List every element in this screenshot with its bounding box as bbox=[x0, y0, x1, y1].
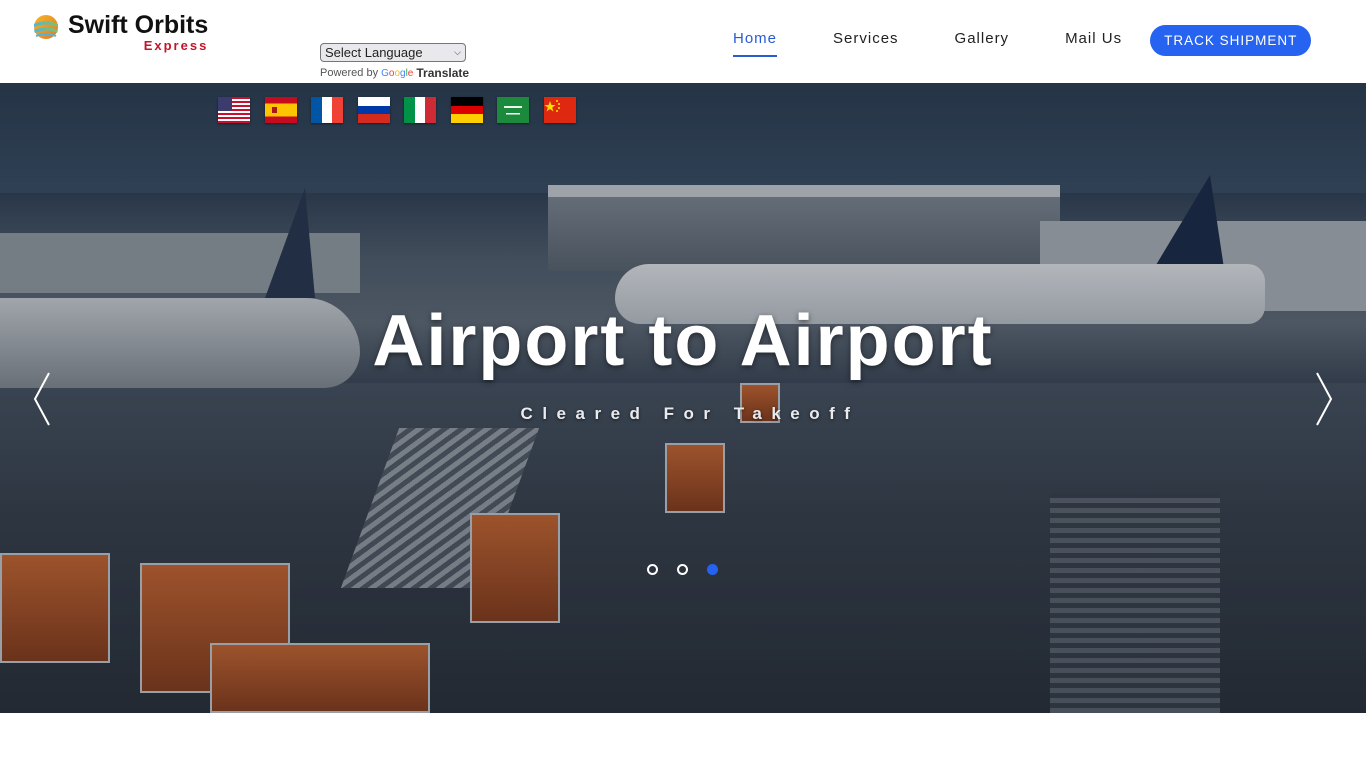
google-logo[interactable]: Google bbox=[381, 68, 413, 79]
nav-home[interactable]: Home bbox=[733, 24, 778, 57]
chevron-right-icon[interactable] bbox=[1313, 371, 1335, 427]
carousel-indicators bbox=[647, 564, 737, 575]
globe-logo-icon bbox=[34, 15, 58, 39]
hero-overlay bbox=[0, 83, 1366, 713]
flag-us-icon[interactable] bbox=[218, 97, 250, 123]
hero-subtitle: Cleared For Takeoff bbox=[520, 404, 860, 423]
carousel-dot-2[interactable] bbox=[677, 564, 688, 575]
nav-mail-us[interactable]: Mail Us bbox=[1065, 24, 1122, 56]
brand-logo[interactable]: Swift Orbits Express bbox=[32, 10, 208, 53]
flag-fr-icon[interactable] bbox=[311, 97, 343, 123]
page-content-below-hero bbox=[0, 713, 1366, 768]
site-header: Swift Orbits Express Select Language ⌵ P… bbox=[0, 0, 1366, 83]
translate-link[interactable]: Translate bbox=[416, 66, 469, 80]
powered-by-label: Powered by bbox=[320, 67, 379, 79]
language-select[interactable]: Select Language ⌵ bbox=[320, 43, 466, 62]
nav-services[interactable]: Services bbox=[833, 24, 899, 56]
flag-ru-icon[interactable] bbox=[357, 97, 390, 123]
main-nav: Home Services Gallery Mail Us TRACK SHIP… bbox=[733, 24, 1312, 57]
powered-by-google: Powered by Google Translate bbox=[320, 66, 469, 80]
nav-gallery[interactable]: Gallery bbox=[955, 24, 1010, 56]
carousel-dot-1[interactable] bbox=[647, 564, 658, 575]
brand-tagline: Express bbox=[143, 38, 209, 53]
flag-it-icon[interactable] bbox=[404, 97, 436, 123]
flag-sa-icon[interactable] bbox=[497, 97, 529, 123]
language-select-value: Select Language bbox=[325, 45, 423, 60]
flag-cn-icon[interactable] bbox=[543, 97, 576, 123]
google-letter: G bbox=[381, 67, 389, 79]
brand-name: Swift Orbits bbox=[68, 11, 209, 39]
language-flags bbox=[218, 97, 590, 123]
flag-de-icon[interactable] bbox=[450, 97, 483, 123]
carousel-dot-3[interactable] bbox=[707, 564, 718, 575]
google-translate-widget: Select Language ⌵ Powered by Google Tran… bbox=[320, 43, 469, 80]
track-shipment-button[interactable]: TRACK SHIPMENT bbox=[1150, 24, 1312, 56]
chevron-left-icon[interactable] bbox=[31, 371, 53, 427]
flag-es-icon[interactable] bbox=[264, 97, 297, 123]
hero-title: Airport to Airport bbox=[372, 301, 994, 381]
chevron-down-icon: ⌵ bbox=[454, 47, 461, 57]
google-letter: e bbox=[407, 67, 414, 79]
hero-carousel: Airport to Airport Cleared For Takeoff bbox=[0, 83, 1366, 713]
